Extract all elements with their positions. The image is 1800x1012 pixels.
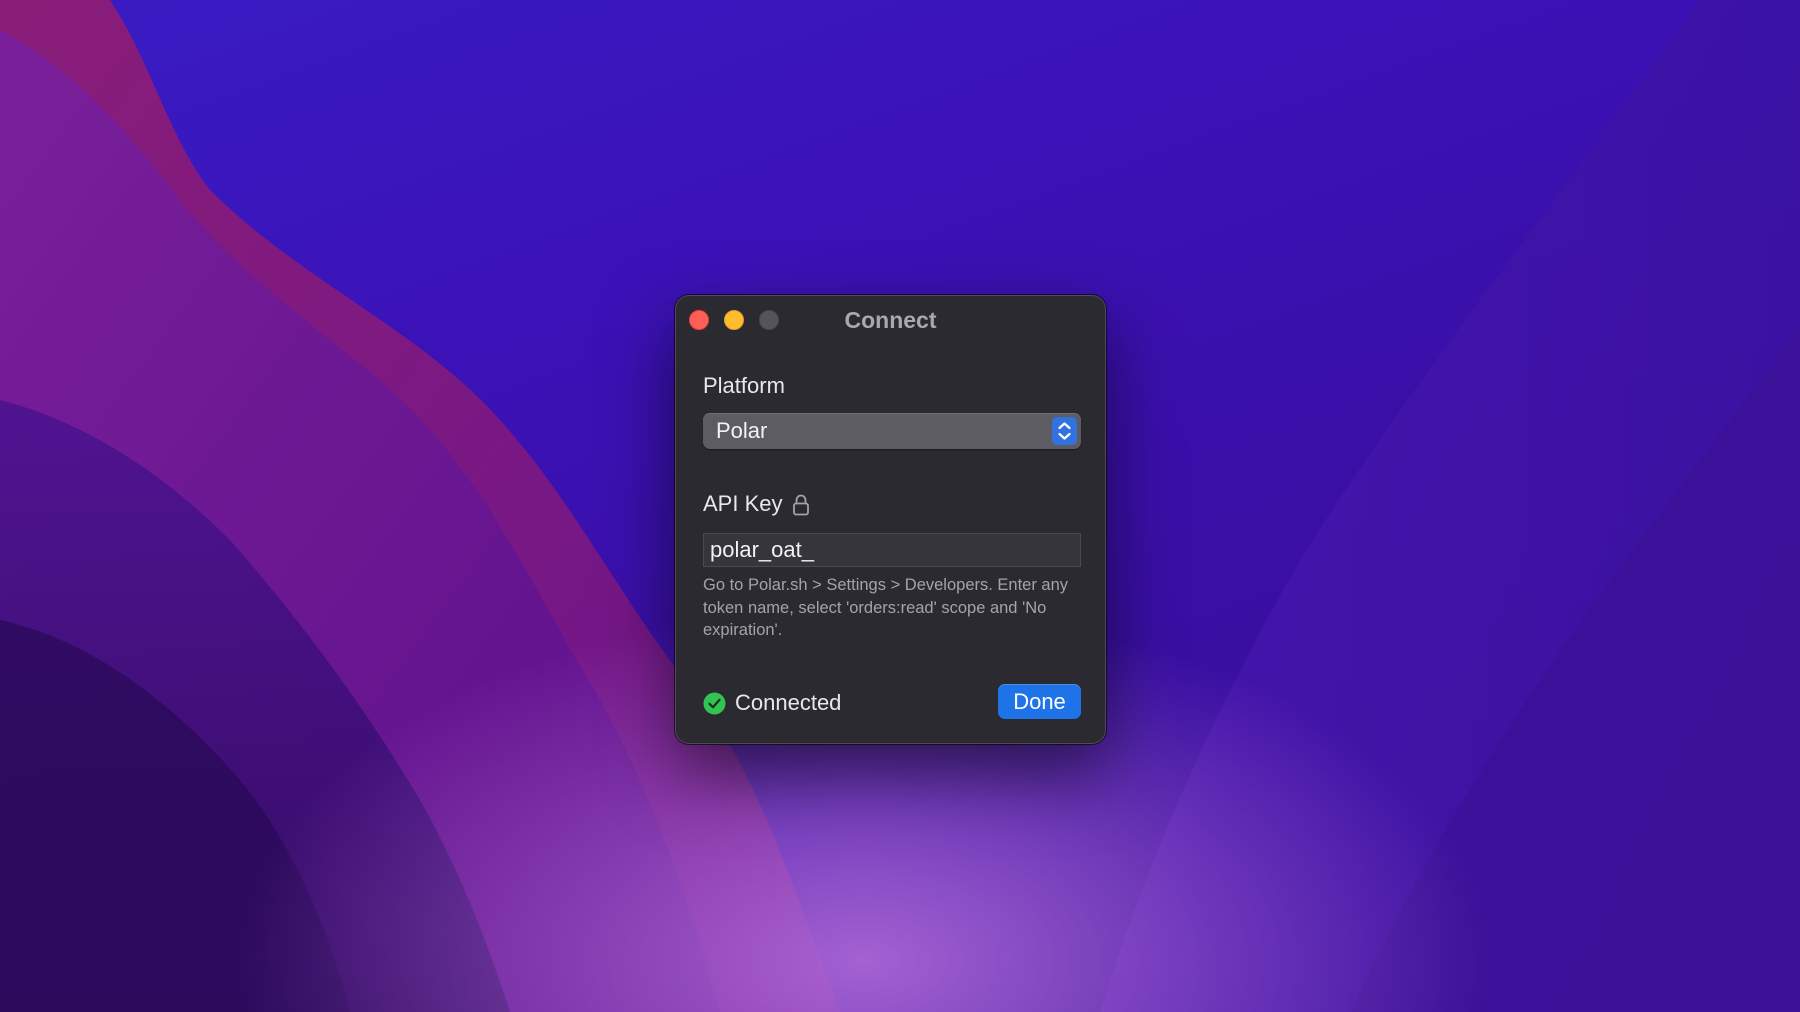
check-circle-icon [703, 692, 726, 715]
done-button[interactable]: Done [998, 684, 1081, 719]
api-key-input[interactable] [703, 533, 1081, 567]
connection-status-text: Connected [735, 690, 842, 715]
lock-icon [792, 494, 810, 516]
window-title: Connect [844, 307, 937, 333]
api-key-label: API Key [703, 491, 783, 516]
platform-select-value: Polar [716, 418, 768, 443]
platform-label: Platform [703, 373, 785, 398]
platform-select[interactable]: Polar [703, 413, 1081, 449]
api-key-help-text: Go to Polar.sh > Settings > Developers. … [703, 576, 1069, 639]
chevron-up-down-icon [1052, 417, 1077, 445]
desktop: Connect Platform Polar API Key Go to Pol… [0, 0, 1800, 1012]
connect-window: Connect Platform Polar API Key Go to Pol… [675, 295, 1106, 744]
connection-status: Connected [703, 689, 841, 717]
